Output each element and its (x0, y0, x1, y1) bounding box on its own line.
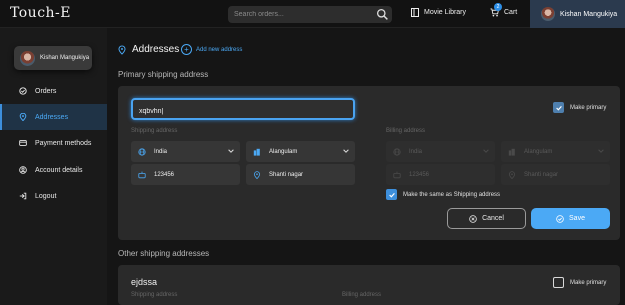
logout-icon (19, 192, 27, 200)
check-circle-icon (556, 214, 564, 223)
billing-country-select: India (386, 141, 495, 162)
profile-card: Kishan Mangukiya (14, 46, 92, 70)
cancel-button[interactable]: Cancel (447, 208, 526, 229)
billing-pincode-field: 123456 (386, 164, 495, 185)
billing-address-label: Billing address (342, 292, 382, 298)
chevron-down-icon (483, 149, 489, 153)
page-title: Addresses (118, 44, 179, 55)
cancel-label: Cancel (482, 215, 504, 222)
sidebar-item-account-details[interactable]: Account details (0, 157, 107, 183)
sidebar-item-logout[interactable]: Logout (0, 183, 107, 209)
cart-link[interactable]: 2 Cart (490, 3, 518, 17)
user-menu[interactable]: Kishan Mangukiya (530, 0, 625, 28)
location-pin-icon (118, 45, 126, 55)
sidebar-item-orders[interactable]: Orders (0, 78, 107, 104)
add-new-address-button[interactable]: + Add new address (181, 44, 242, 55)
same-as-shipping-checkbox[interactable] (386, 189, 397, 200)
address-name-input[interactable] (133, 102, 353, 121)
sidebar-item-label: Logout (35, 192, 57, 200)
mailbox-icon (393, 171, 401, 178)
chevron-down-icon (228, 149, 234, 153)
shipping-city-select[interactable]: Alangulam (246, 141, 355, 162)
add-new-address-label: Add new address (196, 46, 243, 53)
billing-pincode-value: 123456 (409, 171, 430, 178)
avatar (541, 7, 555, 21)
shipping-address-label: Shipping address (131, 128, 178, 134)
city-icon (508, 148, 515, 156)
book-icon (411, 8, 419, 17)
other-section-title: Other shipping addresses (118, 249, 210, 258)
billing-address-label: Billing address (386, 128, 426, 134)
search-bar[interactable] (228, 6, 392, 23)
shipping-address-label: Shipping address (131, 292, 178, 298)
user-icon (19, 166, 27, 174)
location-pin-icon (509, 170, 515, 179)
location-pin-icon (19, 113, 27, 121)
avatar (20, 50, 35, 66)
address-name: ejdssa (131, 277, 158, 287)
sidebar-item-label: Addresses (35, 113, 69, 121)
shipping-country-value: India (154, 148, 168, 155)
shipping-pincode-field[interactable]: 123456 (131, 164, 240, 185)
user-name: Kishan Mangukiya (560, 10, 618, 18)
save-button[interactable]: Save (531, 208, 610, 229)
make-primary-checkbox[interactable] (553, 277, 564, 288)
orders-icon (19, 87, 27, 95)
top-bar: Touch-E Movie Library 2 Cart Kishan Mang… (0, 0, 625, 28)
make-primary-label: Make primary (570, 280, 607, 286)
make-primary-label: Make primary (570, 105, 607, 111)
billing-area-value: Shanti nagar (524, 171, 559, 178)
cart-label: Cart (504, 9, 518, 16)
location-pin-icon (254, 170, 260, 179)
sidebar-item-addresses[interactable]: Addresses (0, 104, 107, 130)
chevron-down-icon (343, 149, 349, 153)
page-title-text: Addresses (132, 44, 180, 55)
movie-library-label: Movie Library (424, 9, 467, 16)
close-circle-icon (469, 214, 477, 223)
globe-icon (393, 147, 401, 156)
sidebar-item-label: Payment methods (35, 139, 92, 147)
shipping-pincode-value: 123456 (154, 171, 175, 178)
billing-country-value: India (409, 148, 423, 155)
checkmark-icon (388, 192, 395, 198)
primary-section-title: Primary shipping address (118, 70, 209, 79)
search-input[interactable] (234, 8, 374, 21)
save-label: Save (569, 215, 585, 222)
shipping-area-field[interactable]: Shanti nagar (246, 164, 355, 185)
chevron-down-icon (598, 149, 604, 153)
cart-count-badge: 2 (494, 3, 502, 11)
mailbox-icon (138, 171, 146, 178)
city-icon (253, 148, 260, 156)
billing-city-select: Alangulam (501, 141, 610, 162)
make-primary-checkbox[interactable] (553, 102, 564, 113)
shipping-city-value: Alangulam (269, 148, 298, 155)
billing-area-field: Shanti nagar (501, 164, 610, 185)
app-logo[interactable]: Touch-E (10, 5, 71, 21)
shipping-area-value: Shanti nagar (269, 171, 304, 178)
credit-card-icon (19, 140, 27, 146)
sidebar-item-payment-methods[interactable]: Payment methods (0, 130, 107, 156)
globe-icon (138, 147, 146, 156)
sidebar-item-label: Account details (35, 166, 83, 174)
sidebar-item-label: Orders (35, 87, 57, 95)
shipping-country-select[interactable]: India (131, 141, 240, 162)
same-as-shipping-label: Make the same as Shipping address (403, 192, 501, 198)
search-icon[interactable] (376, 8, 389, 21)
plus-icon: + (181, 44, 192, 55)
checkmark-icon (555, 105, 562, 111)
sidebar: Kishan Mangukiya Orders Addresses Paymen… (0, 28, 107, 305)
profile-name: Kishan Mangukiya (40, 55, 90, 61)
movie-library-link[interactable]: Movie Library (411, 8, 466, 17)
address-name-field[interactable] (131, 98, 355, 121)
billing-city-value: Alangulam (524, 148, 553, 155)
other-address-card[interactable]: ejdssa Make primary Shipping address Bil… (118, 265, 620, 305)
primary-address-card: Make primary Shipping address Billing ad… (118, 86, 620, 240)
